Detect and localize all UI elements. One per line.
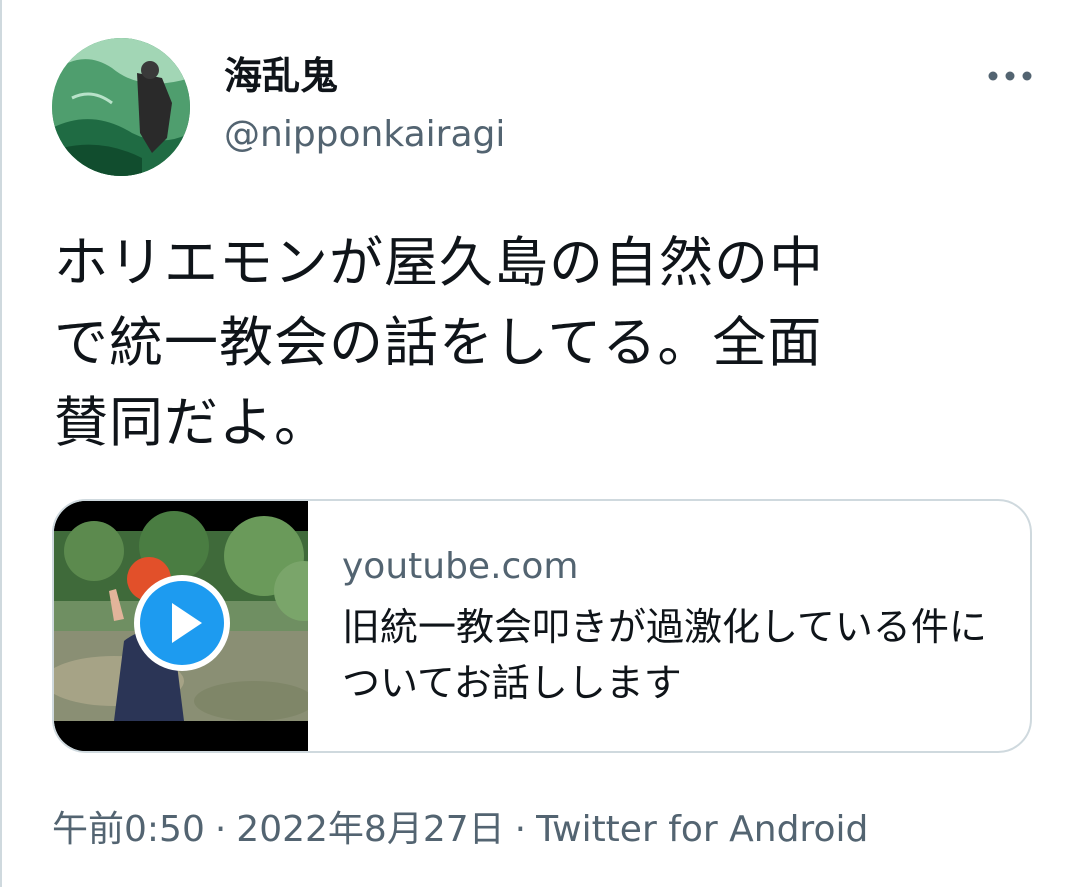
- tweet-source[interactable]: Twitter for Android: [536, 809, 868, 850]
- tweet-time[interactable]: 午前0:50: [52, 809, 205, 850]
- tweet: 海乱鬼 @nipponkairagi ホリエモンが屋久島の自然の中 で統一教会の…: [0, 0, 1080, 887]
- card-info: youtube.com 旧統一教会叩きが過激化している件についてお話しします: [342, 541, 992, 711]
- display-name[interactable]: 海乱鬼: [224, 54, 338, 98]
- card-title: 旧統一教会叩きが過激化している件についてお話しします: [342, 605, 987, 705]
- tweet-date[interactable]: 2022年8月27日: [236, 809, 504, 850]
- video-thumbnail[interactable]: [54, 501, 308, 751]
- more-horizontal-icon: [988, 71, 1032, 81]
- tweet-text: ホリエモンが屋久島の自然の中 で統一教会の話をしてる。全面 賛同だよ。: [54, 231, 824, 454]
- card-domain: youtube.com: [342, 546, 579, 587]
- more-options-button[interactable]: [980, 56, 1040, 96]
- avatar-image: [52, 38, 190, 176]
- meta-separator: ·: [514, 809, 527, 850]
- tweet-meta: 午前0:50 · 2022年8月27日 · Twitter for Android: [52, 806, 868, 854]
- profile-avatar[interactable]: [52, 38, 190, 176]
- user-handle[interactable]: @nipponkairagi: [224, 114, 505, 156]
- link-card[interactable]: youtube.com 旧統一教会叩きが過激化している件についてお話しします: [52, 499, 1032, 753]
- play-icon[interactable]: [134, 575, 230, 671]
- meta-separator: ·: [214, 809, 227, 850]
